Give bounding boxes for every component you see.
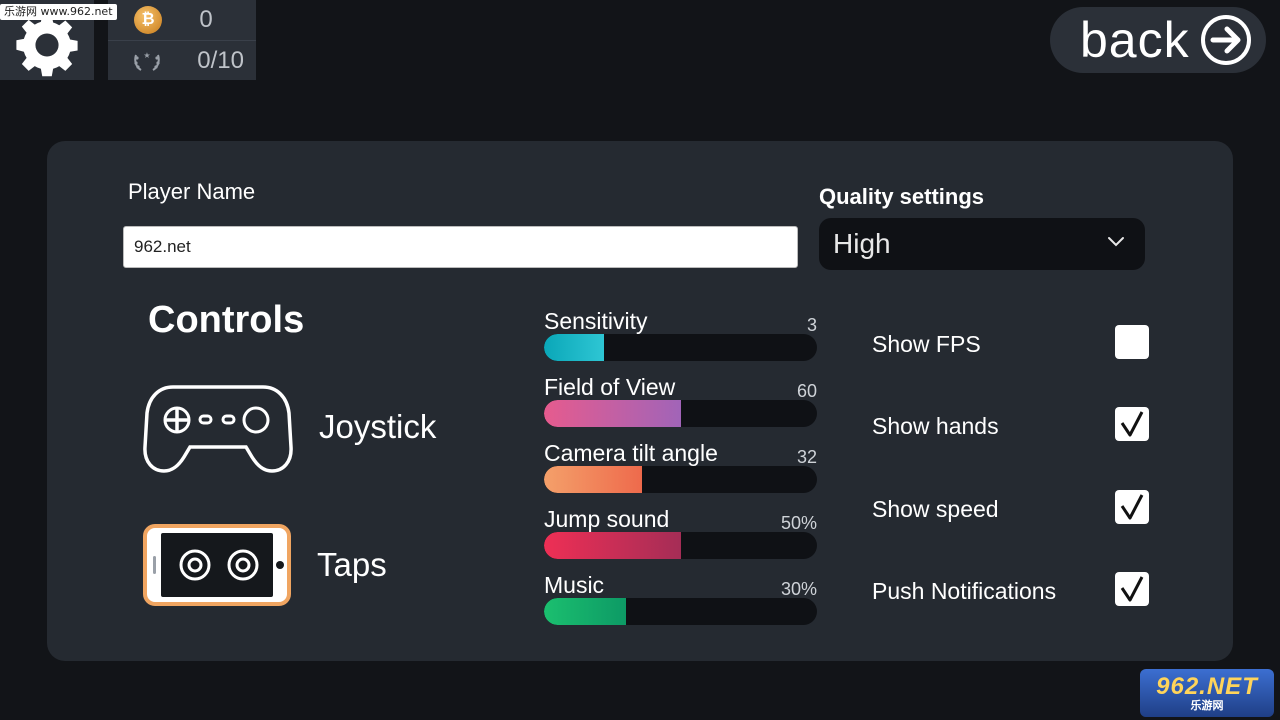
chevron-down-icon [1108, 237, 1124, 247]
control-option-label: Taps [317, 546, 387, 583]
checkmark-icon [1120, 576, 1144, 602]
toggle-label: Push Notifications [872, 578, 1057, 604]
slider-fill [544, 532, 681, 559]
checkbox[interactable] [1115, 490, 1149, 524]
slider-label: Camera tilt angle [544, 440, 718, 466]
settings-panel: Player Name Quality settings High Contro… [47, 141, 1233, 661]
checkbox[interactable] [1115, 407, 1149, 441]
coins-row: ₿ 0 [108, 0, 256, 40]
phone-tap-icon [143, 524, 291, 606]
arrow-right-circle-icon [1201, 15, 1251, 65]
gear-icon [16, 15, 78, 77]
coins-count: 0 [199, 6, 213, 33]
control-option-taps[interactable]: Taps [143, 524, 387, 606]
slider-value: 32 [796, 447, 817, 467]
slider-track[interactable] [544, 532, 817, 559]
checkmark-icon [1120, 494, 1144, 520]
slider-label: Field of View [544, 374, 676, 400]
achievements-row: ★ 0/10 [108, 40, 256, 80]
watermark-logo-text: 962.NET [1156, 672, 1258, 700]
player-name-label: Player Name [128, 179, 256, 204]
control-option-joystick[interactable]: Joystick [143, 379, 436, 475]
watermark-logo: 962.NET 乐游网 [1140, 669, 1274, 717]
slider-fill [544, 598, 626, 625]
quality-selected-value: High [833, 228, 891, 259]
checkmark-icon [1120, 411, 1144, 437]
control-option-label: Joystick [319, 408, 437, 445]
back-button[interactable]: back [1050, 7, 1266, 73]
slider-track[interactable] [544, 400, 817, 427]
slider-track[interactable] [544, 598, 817, 625]
watermark-logo-subtext: 乐游网 [1190, 698, 1224, 712]
controls-title: Controls [148, 299, 305, 341]
slider-label: Jump sound [544, 506, 670, 532]
slider-value: 50% [780, 513, 817, 533]
slider-track[interactable] [544, 334, 817, 361]
slider-fill [544, 400, 681, 427]
player-name-input[interactable] [123, 226, 798, 268]
slider-value: 60 [796, 381, 817, 401]
quality-settings-label: Quality settings [819, 184, 985, 209]
stats-panel: ₿ 0 ★ 0/10 [108, 0, 256, 80]
checkbox[interactable] [1115, 572, 1149, 606]
toggle-label: Show FPS [872, 331, 981, 357]
back-label: back [1080, 12, 1190, 68]
slider-label: Music [544, 572, 605, 598]
slider-track[interactable] [544, 466, 817, 493]
toggle-label: Show speed [872, 496, 999, 522]
toggle-show-speed: Show speed [872, 490, 1152, 530]
coin-icon: ₿ [134, 6, 162, 34]
achievements-count: 0/10 [197, 46, 244, 74]
svg-text:★: ★ [143, 51, 150, 60]
gamepad-icon [143, 385, 293, 473]
slider-fill [544, 466, 643, 493]
slider-fill [544, 334, 605, 361]
slider-value: 30% [780, 579, 817, 599]
toggle-push-notifications: Push Notifications [872, 572, 1152, 612]
quality-dropdown[interactable]: High [819, 218, 1145, 270]
toggle-label: Show hands [872, 413, 999, 439]
slider-value: 3 [806, 315, 817, 335]
toggle-show-fps: Show FPS [872, 325, 1152, 365]
checkbox[interactable] [1115, 325, 1149, 359]
toggle-show-hands: Show hands [872, 407, 1152, 447]
watermark-text: 乐游网 www.962.net [0, 4, 117, 20]
slider-label: Sensitivity [544, 308, 648, 334]
laurel-icon: ★ [134, 51, 160, 71]
